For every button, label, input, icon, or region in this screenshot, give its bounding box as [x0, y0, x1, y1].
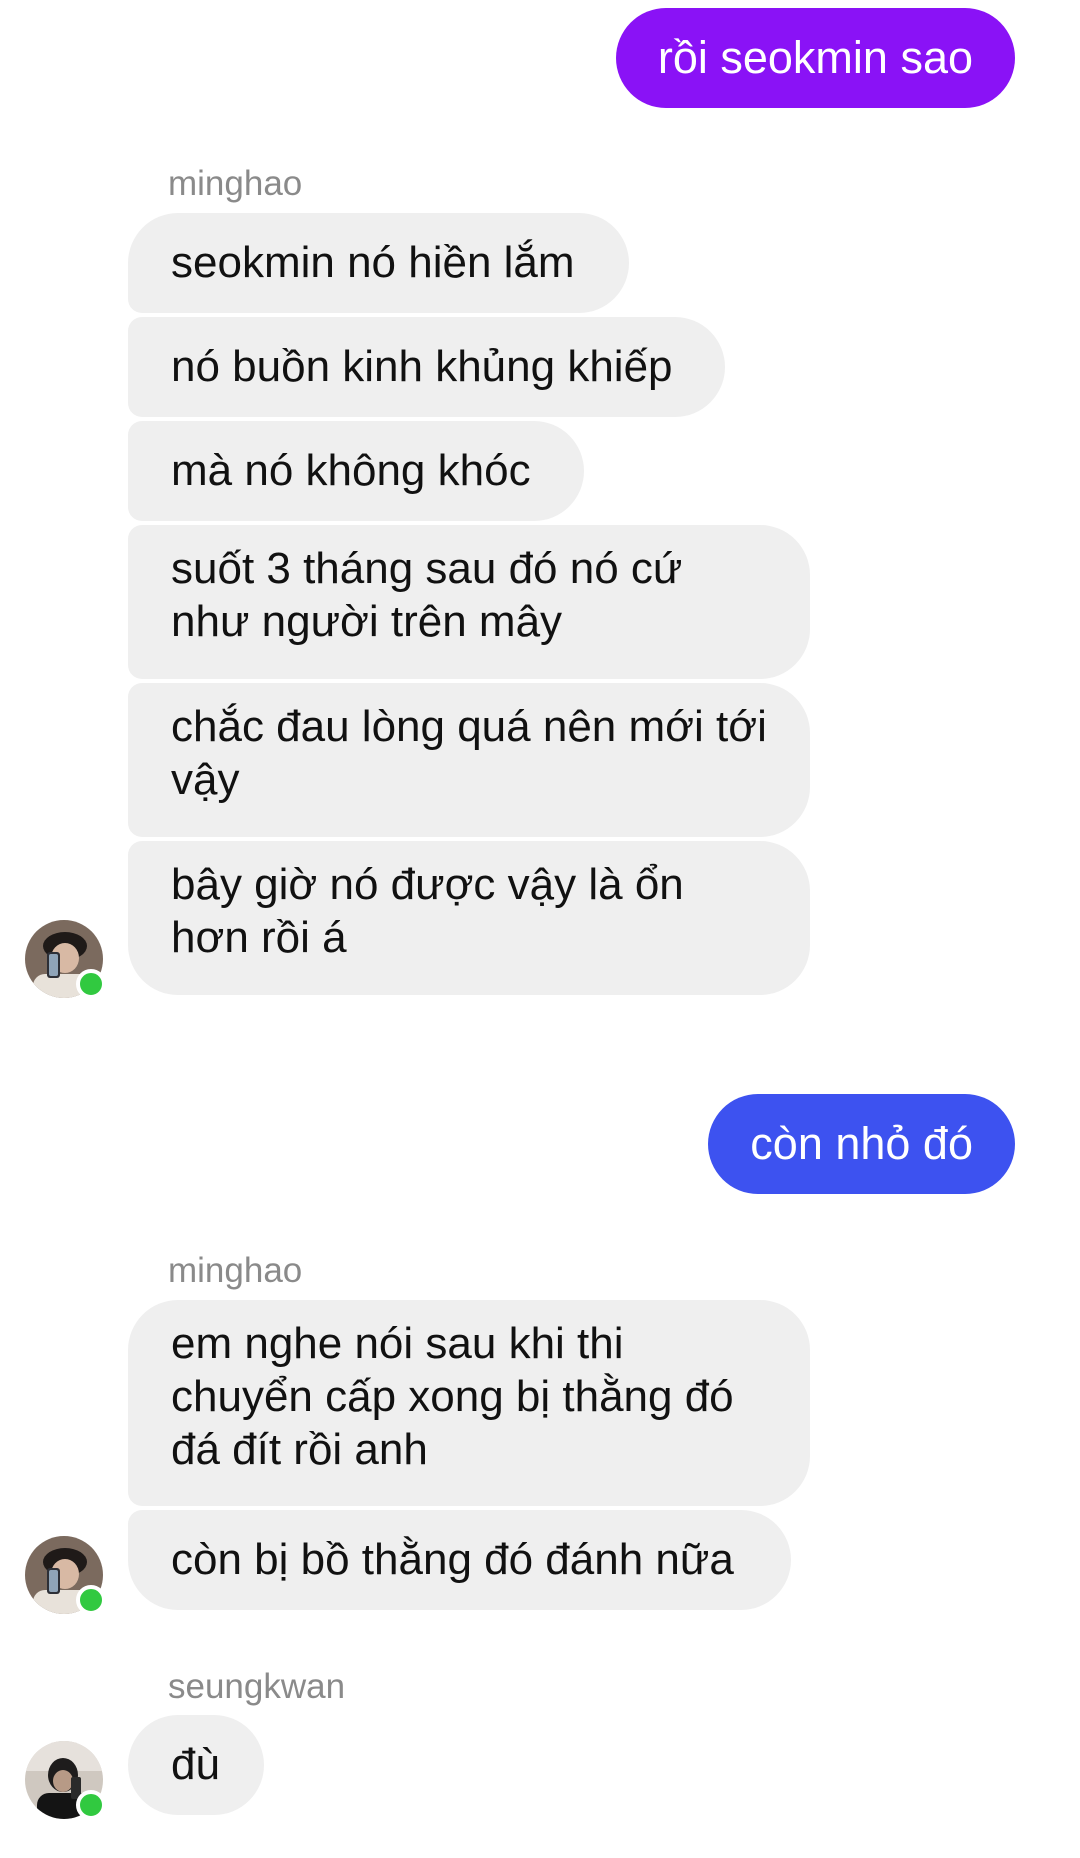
- online-status-indicator: [76, 969, 106, 999]
- incoming-message-bubble[interactable]: suốt 3 tháng sau đó nó cứ như người trên…: [128, 525, 810, 679]
- outgoing-message-bubble[interactable]: rồi seokmin sao: [615, 8, 1015, 108]
- incoming-message-bubble[interactable]: em nghe nói sau khi thi chuyển cấp xong …: [128, 1300, 810, 1506]
- avatar-minghao[interactable]: [25, 1536, 106, 1615]
- avatar-seungkwan[interactable]: [25, 1741, 106, 1820]
- avatar-minghao[interactable]: [25, 920, 106, 999]
- incoming-message-bubble[interactable]: bây giờ nó được vậy là ổn hơn rồi á: [128, 841, 810, 995]
- incoming-message-bubble[interactable]: đù: [128, 1715, 264, 1815]
- incoming-message-bubble[interactable]: mà nó không khóc: [128, 421, 584, 521]
- incoming-message-bubble[interactable]: còn bị bồ thằng đó đánh nữa: [128, 1510, 791, 1610]
- sender-name: seungkwan: [168, 1667, 346, 1706]
- incoming-message-bubble[interactable]: nó buồn kinh khủng khiếp: [128, 317, 725, 417]
- incoming-message-bubble[interactable]: chắc đau lòng quá nên mới tới vậy: [128, 683, 810, 837]
- incoming-message-bubble[interactable]: seokmin nó hiền lắm: [128, 213, 629, 313]
- chat-thread: rồi seokmin sao minghao seokmin nó hiền …: [0, 0, 1080, 1858]
- online-status-indicator: [76, 1585, 106, 1615]
- sender-name: minghao: [168, 164, 303, 203]
- outgoing-message-bubble[interactable]: còn nhỏ đó: [708, 1094, 1015, 1194]
- online-status-indicator: [76, 1790, 106, 1820]
- sender-name: minghao: [168, 1251, 303, 1290]
